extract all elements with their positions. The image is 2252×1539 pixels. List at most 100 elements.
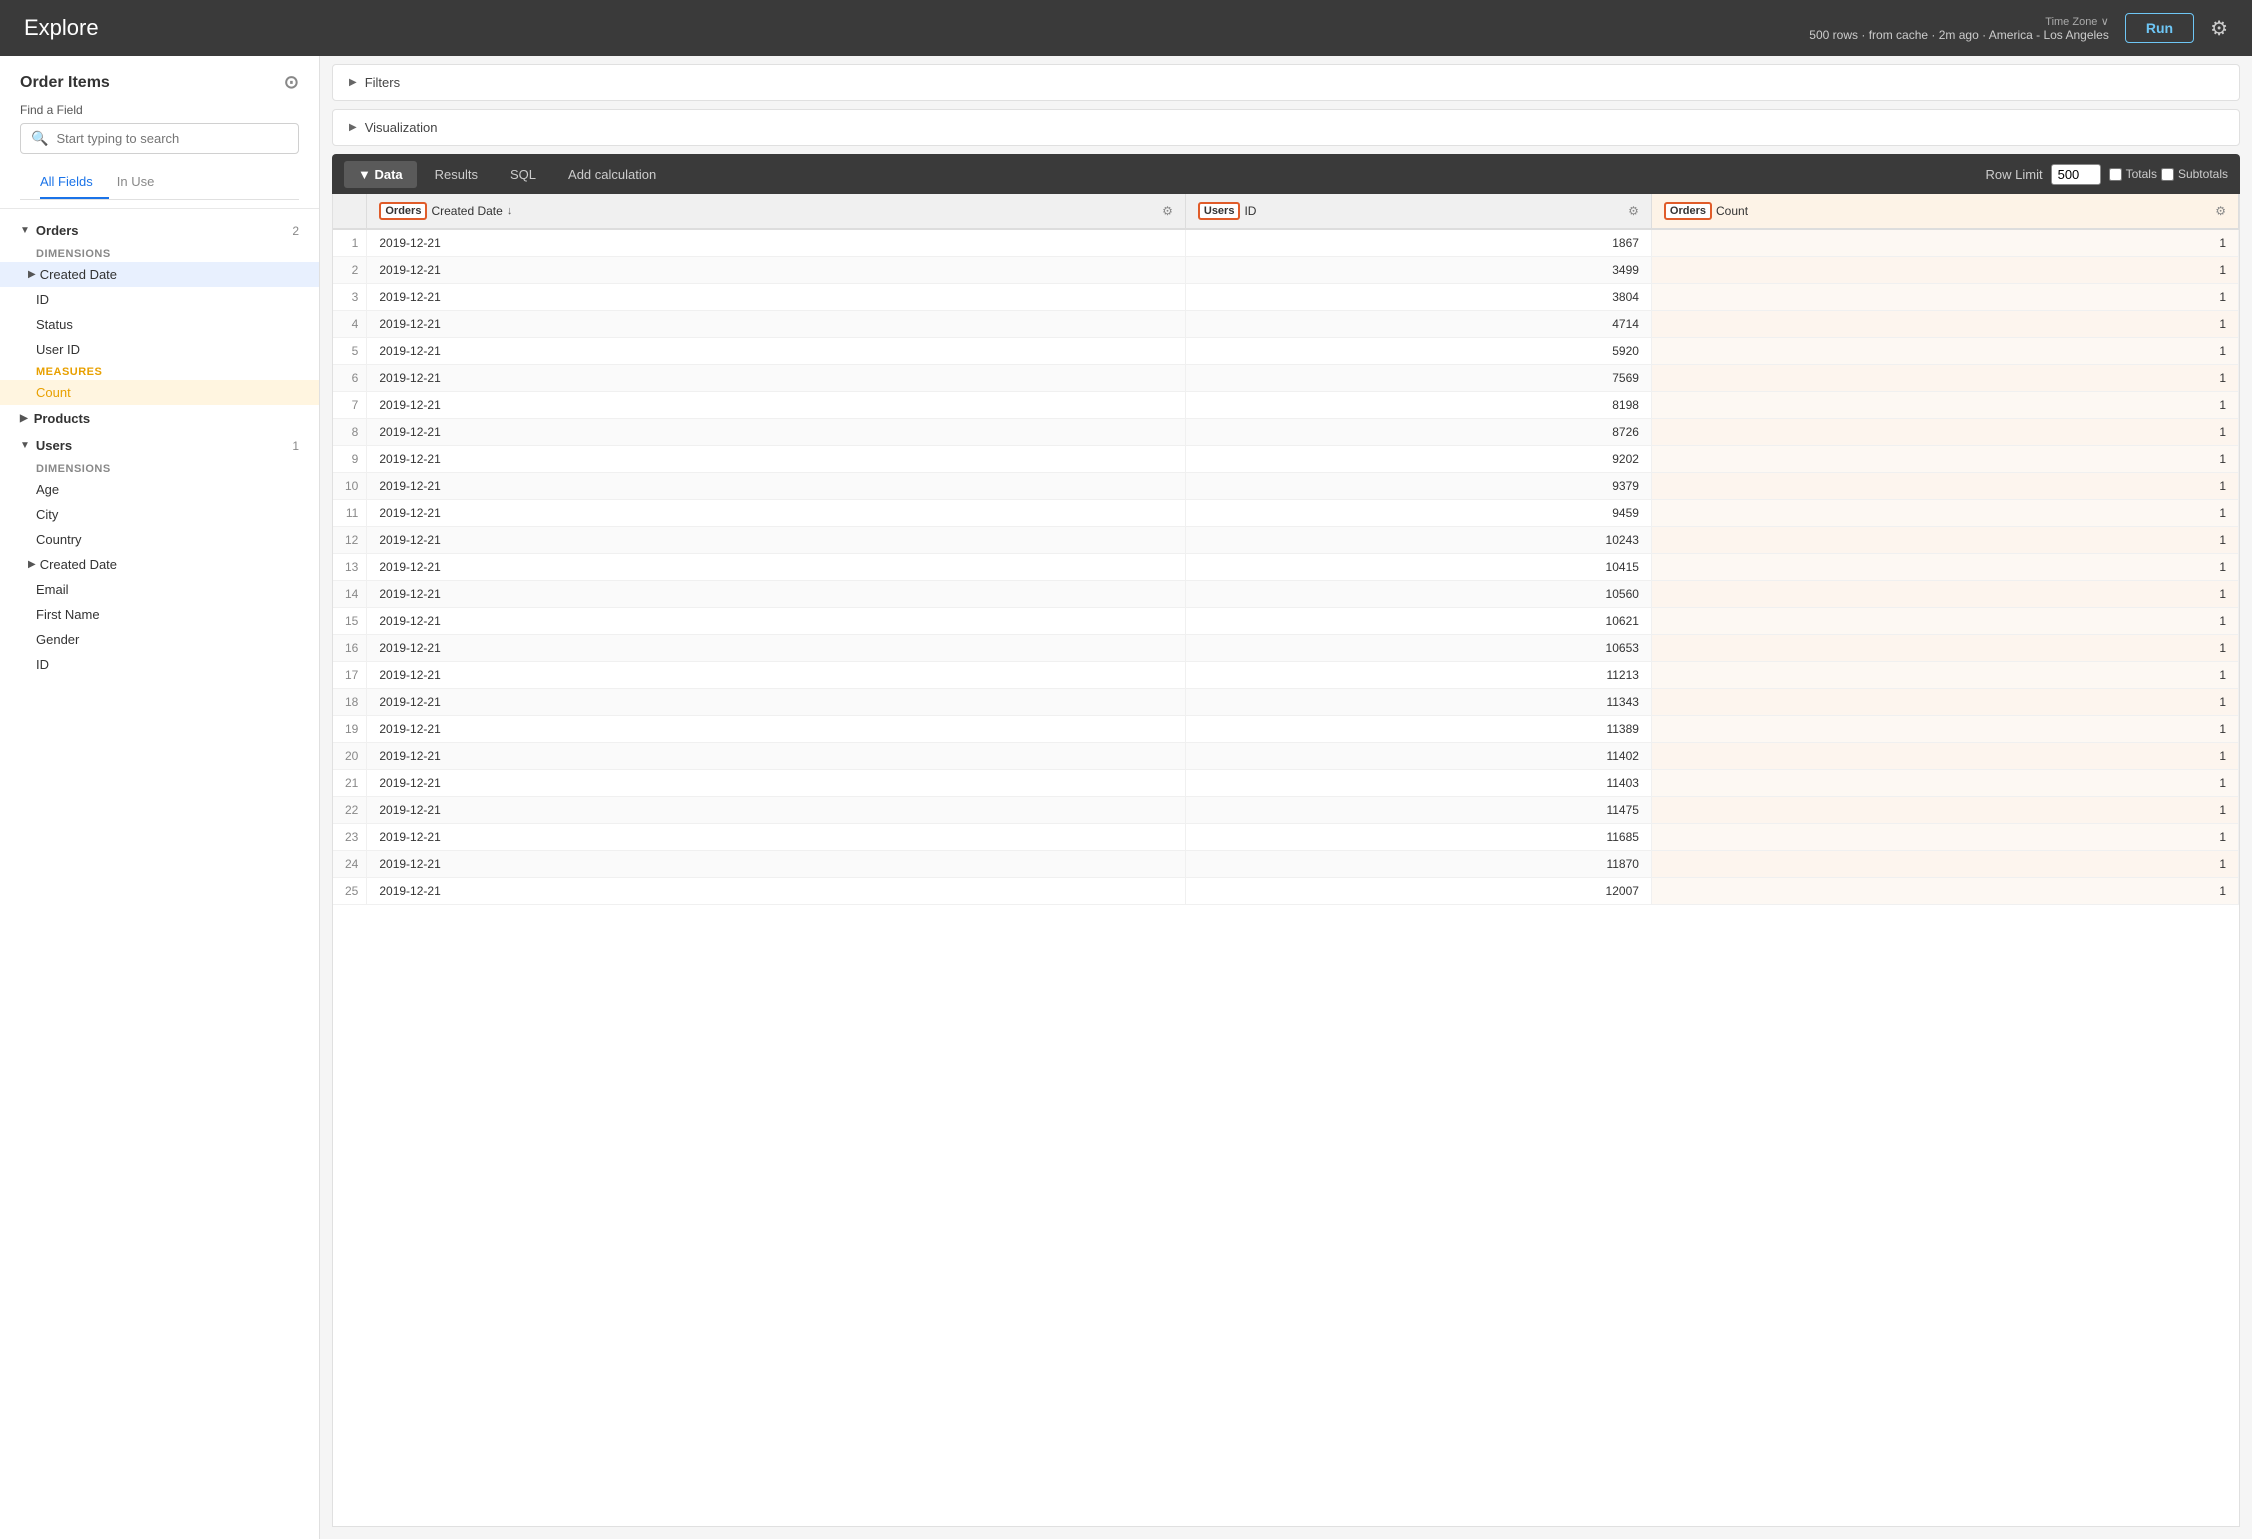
group-orders[interactable]: ▼ Orders 2 [0,217,319,244]
cell-created-date: 2019-12-21 [367,824,1186,851]
row-num: 4 [333,311,367,338]
data-table-container: Orders Created Date ↓ ⚙ Users ID ⚙ [332,194,2240,1527]
top-bar-meta: Time Zone ∨ 500 rows · from cache · 2m a… [1809,14,2109,42]
table-row: 22 2019-12-21 11475 1 [333,797,2239,824]
row-num: 10 [333,473,367,500]
field-list: ▼ Orders 2 DIMENSIONS ▶ Created Date ID … [0,209,319,1539]
tab-data[interactable]: ▼ Data [344,161,417,188]
cell-user-id: 8198 [1185,392,1651,419]
group-users[interactable]: ▼ Users 1 [0,432,319,459]
row-num: 2 [333,257,367,284]
chevron-right-icon-users-date: ▶ [28,559,36,570]
totals-checkbox[interactable] [2109,168,2122,181]
field-users-firstname[interactable]: First Name [0,602,319,627]
table-row: 12 2019-12-21 10243 1 [333,527,2239,554]
time-ago: 2m ago [1939,28,1979,42]
cell-count: 1 [1651,716,2238,743]
field-users-id[interactable]: ID [0,652,319,677]
cell-user-id: 3804 [1185,284,1651,311]
field-users-country[interactable]: Country [0,527,319,552]
visualization-section: ▶ Visualization [332,109,2240,146]
cell-count: 1 [1651,689,2238,716]
row-num: 7 [333,392,367,419]
cell-created-date: 2019-12-21 [367,284,1186,311]
collapse-sidebar-button[interactable]: ⊙ [284,72,299,93]
row-limit-label: Row Limit [1986,167,2043,182]
top-bar: Explore Time Zone ∨ 500 rows · from cach… [0,0,2252,56]
row-num: 25 [333,878,367,905]
subtotals-checkbox[interactable] [2161,168,2174,181]
search-icon: 🔍 [31,130,48,147]
row-limit-input[interactable] [2051,164,2101,185]
row-num: 6 [333,365,367,392]
cell-count: 1 [1651,311,2238,338]
settings-icon[interactable]: ⚙ [2210,16,2228,41]
field-users-gender[interactable]: Gender [0,627,319,652]
cell-created-date: 2019-12-21 [367,392,1186,419]
table-row: 23 2019-12-21 11685 1 [333,824,2239,851]
chevron-right-icon-filters: ▶ [349,77,357,88]
top-bar-right: Time Zone ∨ 500 rows · from cache · 2m a… [1809,13,2228,43]
cell-count: 1 [1651,500,2238,527]
subtotals-label: Subtotals [2178,167,2228,181]
cell-user-id: 10653 [1185,635,1651,662]
table-row: 2 2019-12-21 3499 1 [333,257,2239,284]
cell-user-id: 8726 [1185,419,1651,446]
col-settings-icon-2[interactable]: ⚙ [1628,204,1639,218]
col-settings-icon-3[interactable]: ⚙ [2215,204,2226,218]
cell-user-id: 9459 [1185,500,1651,527]
cell-created-date: 2019-12-21 [367,689,1186,716]
row-num: 12 [333,527,367,554]
field-users-email[interactable]: Email [0,577,319,602]
rows-count: 500 rows [1809,28,1858,42]
table-row: 9 2019-12-21 9202 1 [333,446,2239,473]
table-row: 14 2019-12-21 10560 1 [333,581,2239,608]
field-users-city[interactable]: City [0,502,319,527]
field-orders-count[interactable]: Count [0,380,319,405]
visualization-header[interactable]: ▶ Visualization [333,110,2239,145]
search-input[interactable] [56,131,288,146]
field-orders-id[interactable]: ID [0,287,319,312]
group-products[interactable]: ▶ Products [0,405,319,432]
field-tabs: All Fields In Use [20,166,299,200]
cell-user-id: 11402 [1185,743,1651,770]
row-num: 14 [333,581,367,608]
row-num: 8 [333,419,367,446]
tab-all-fields[interactable]: All Fields [40,166,109,199]
dimensions-label-orders: DIMENSIONS [0,244,319,262]
tab-add-calculation[interactable]: Add calculation [554,161,670,188]
run-button[interactable]: Run [2125,13,2194,43]
cell-user-id: 10560 [1185,581,1651,608]
field-users-age[interactable]: Age [0,477,319,502]
cell-user-id: 5920 [1185,338,1651,365]
filters-label: Filters [365,75,400,90]
filters-section: ▶ Filters [332,64,2240,101]
tab-results[interactable]: Results [421,161,492,188]
field-users-created-date[interactable]: ▶ Created Date [0,552,319,577]
cell-user-id: 9202 [1185,446,1651,473]
right-content: ▶ Filters ▶ Visualization ▼ Data Results… [320,56,2252,1539]
cell-user-id: 11213 [1185,662,1651,689]
chevron-right-icon: ▶ [28,269,36,280]
table-row: 4 2019-12-21 4714 1 [333,311,2239,338]
tab-sql[interactable]: SQL [496,161,550,188]
col-settings-icon-1[interactable]: ⚙ [1162,204,1173,218]
field-orders-created-date[interactable]: ▶ Created Date [0,262,319,287]
group-orders-count: 2 [292,224,299,238]
cell-created-date: 2019-12-21 [367,554,1186,581]
field-orders-userid[interactable]: User ID [0,337,319,362]
cell-created-date: 2019-12-21 [367,797,1186,824]
orders-badge-1: Orders [379,202,427,220]
cell-count: 1 [1651,338,2238,365]
table-row: 21 2019-12-21 11403 1 [333,770,2239,797]
search-box: 🔍 [20,123,299,154]
field-orders-status[interactable]: Status [0,312,319,337]
sort-icon: ↓ [507,205,513,217]
row-num: 18 [333,689,367,716]
tab-in-use[interactable]: In Use [117,166,171,199]
row-num: 20 [333,743,367,770]
filters-header[interactable]: ▶ Filters [333,65,2239,100]
table-row: 16 2019-12-21 10653 1 [333,635,2239,662]
cell-user-id: 11389 [1185,716,1651,743]
cell-user-id: 11685 [1185,824,1651,851]
